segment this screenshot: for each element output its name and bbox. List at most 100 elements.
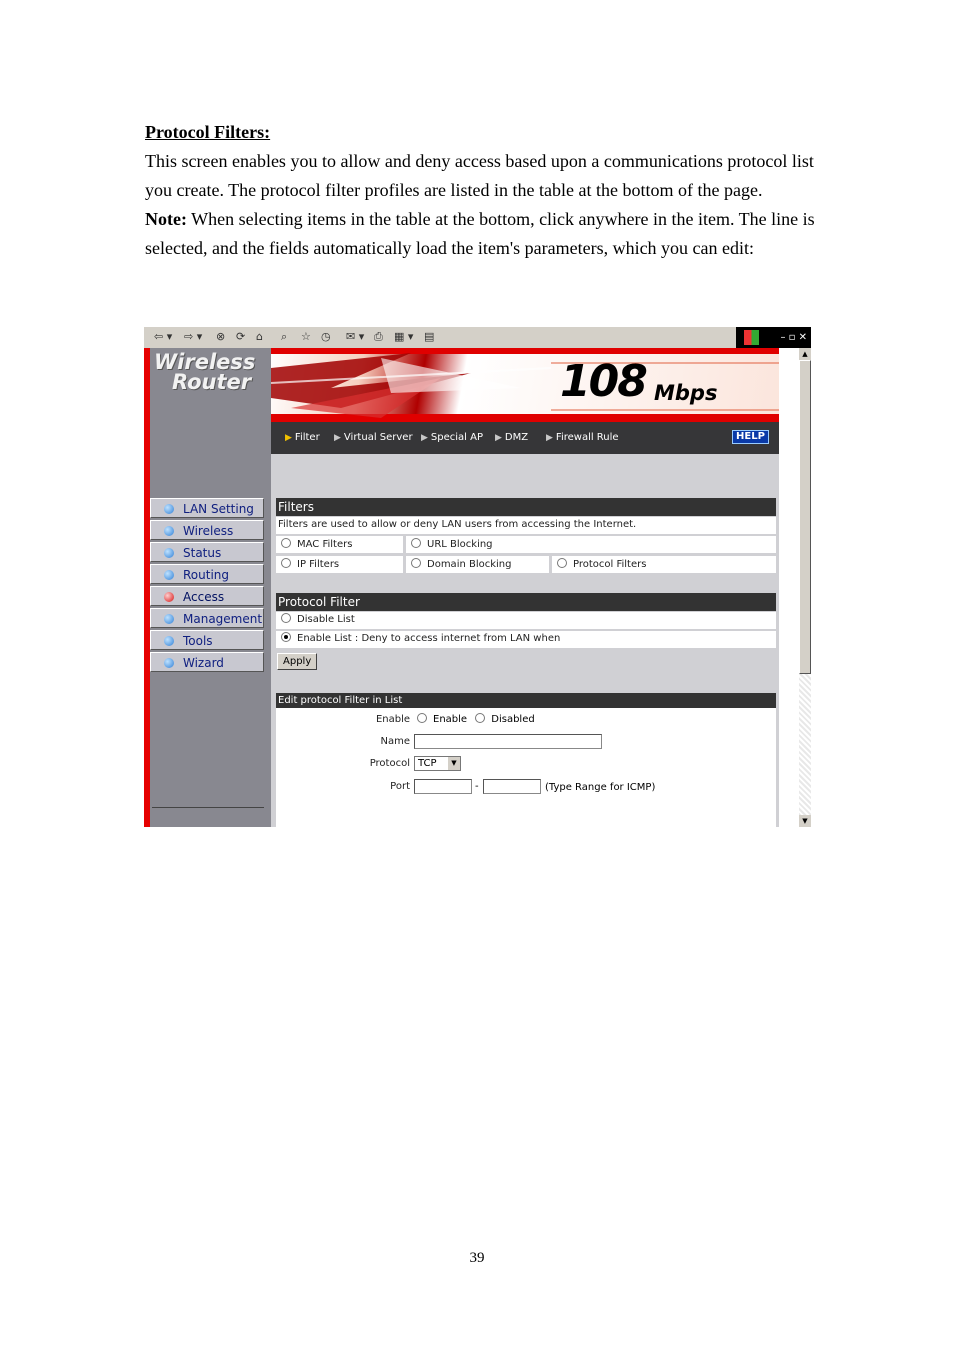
- home-icon[interactable]: ⌂: [256, 329, 263, 344]
- port-from-input[interactable]: [414, 779, 472, 794]
- scroll-down-icon[interactable]: ▼: [799, 815, 811, 827]
- bullet-icon: [164, 592, 174, 602]
- option-protocol-filters[interactable]: Protocol Filters: [552, 556, 776, 573]
- sidebar-item-lan-setting[interactable]: LAN Setting: [150, 498, 264, 518]
- filters-title: Filters: [276, 498, 776, 516]
- windows-logo: – ▫ ✕: [736, 327, 811, 348]
- arrow-icon: ▶: [334, 433, 341, 443]
- name-input[interactable]: [414, 734, 602, 749]
- option-ip-filters[interactable]: IP Filters: [276, 556, 403, 573]
- edit-form: Enable Enable Disabled Name Protocol TCP…: [276, 708, 776, 827]
- sidebar-item-access[interactable]: Access: [150, 586, 264, 606]
- option-label: MAC Filters: [297, 539, 353, 550]
- tab-label: Special AP: [430, 432, 484, 443]
- favorites-icon[interactable]: ☆: [301, 329, 311, 344]
- sidebar-item-label: Wizard: [183, 656, 224, 670]
- option-label: IP Filters: [297, 559, 340, 570]
- tab-filter[interactable]: ▶ Filter: [285, 431, 320, 445]
- bullet-icon: [164, 504, 174, 514]
- router-screenshot: ⇦ ▾ ⇨ ▾ ⊗ ⟳ ⌂ ⌕ ☆ ◷ ✉ ▾ ⎙ ▦ ▾ ▤ – ▫ ✕ Wi…: [144, 327, 811, 827]
- sidebar-item-label: Status: [183, 546, 222, 560]
- protocol-select[interactable]: TCP ▼: [414, 756, 461, 771]
- top-banner: 108 Mbps: [271, 348, 779, 422]
- sidebar-item-label: LAN Setting: [183, 502, 254, 516]
- help-button[interactable]: HELP: [732, 430, 769, 444]
- radio[interactable]: [411, 538, 421, 548]
- windows-flag-icon: [744, 330, 759, 345]
- search-icon[interactable]: ⌕: [281, 329, 287, 344]
- tab-virtual-server[interactable]: ▶ Virtual Server: [334, 431, 413, 445]
- sidebar-item-label: Routing: [183, 568, 230, 582]
- scroll-thumb[interactable]: [799, 360, 811, 674]
- radio[interactable]: [281, 538, 291, 548]
- bullet-icon: [164, 614, 174, 624]
- radio[interactable]: [475, 713, 486, 723]
- tab-label: DMZ: [504, 432, 529, 443]
- sidebar-item-wireless[interactable]: Wireless: [150, 520, 264, 540]
- brand-line2: Router: [172, 370, 252, 394]
- scroll-up-icon[interactable]: ▲: [799, 348, 811, 360]
- option-enable-label: Enable: [433, 714, 468, 725]
- radio[interactable]: [281, 558, 291, 568]
- sidebar-item-management[interactable]: Management: [150, 608, 264, 628]
- stop-icon[interactable]: ⊗: [216, 329, 225, 344]
- mail-icon[interactable]: ✉ ▾: [346, 329, 364, 344]
- history-icon[interactable]: ◷: [321, 329, 331, 344]
- brand-logo: Wireless Router: [154, 352, 272, 394]
- refresh-icon[interactable]: ⟳: [236, 329, 245, 344]
- option-url-blocking[interactable]: URL Blocking: [406, 536, 776, 553]
- arrow-icon: ▶: [495, 433, 502, 443]
- document-body: Protocol Filters: This screen enables yo…: [145, 118, 815, 263]
- radio-selected[interactable]: [281, 632, 291, 642]
- top-nav: ▶ Filter ▶ Virtual Server ▶ Special AP ▶ DMZ…: [271, 422, 779, 454]
- sidebar-item-tools[interactable]: Tools: [150, 630, 264, 650]
- divider: [152, 807, 264, 808]
- protocol-value: TCP: [418, 758, 437, 769]
- scrollbar[interactable]: ▲ ▼: [799, 348, 811, 827]
- discuss-icon[interactable]: ▤: [424, 329, 434, 344]
- apply-button[interactable]: Apply: [277, 653, 318, 670]
- section-heading: Protocol Filters:: [145, 122, 271, 142]
- main-content: Filters Filters are used to allow or den…: [271, 454, 779, 827]
- filters-description: Filters are used to allow or deny LAN us…: [276, 517, 776, 534]
- tab-firewall-rule[interactable]: ▶ Firewall Rule: [546, 431, 619, 445]
- sidebar-item-status[interactable]: Status: [150, 542, 264, 562]
- sidebar-item-routing[interactable]: Routing: [150, 564, 264, 584]
- radio[interactable]: [411, 558, 421, 568]
- option-mac-filters[interactable]: MAC Filters: [276, 536, 403, 553]
- enable-label: Enable: [375, 714, 410, 725]
- chevron-down-icon[interactable]: ▼: [448, 757, 460, 770]
- browser-toolbar: ⇦ ▾ ⇨ ▾ ⊗ ⟳ ⌂ ⌕ ☆ ◷ ✉ ▾ ⎙ ▦ ▾ ▤ – ▫ ✕: [144, 327, 811, 349]
- back-icon[interactable]: ⇦ ▾: [154, 329, 172, 344]
- edit-icon[interactable]: ▦ ▾: [394, 329, 413, 344]
- option-label: URL Blocking: [427, 539, 493, 550]
- option-domain-blocking[interactable]: Domain Blocking: [406, 556, 549, 573]
- enable-options: Enable Disabled: [412, 713, 535, 727]
- note-label: Note:: [145, 209, 187, 229]
- left-panel: Wireless Router LAN Setting Wireless Sta…: [144, 348, 271, 827]
- note-paragraph: Note: When selecting items in the table …: [145, 205, 815, 263]
- note-text: When selecting items in the table at the…: [145, 209, 815, 258]
- bullet-icon: [164, 658, 174, 668]
- enable-list-text: Deny to access internet from LAN when: [361, 633, 561, 644]
- tab-label: Firewall Rule: [555, 432, 619, 443]
- print-icon[interactable]: ⎙: [374, 329, 383, 344]
- disable-list-row[interactable]: Disable List: [276, 612, 776, 629]
- arrow-icon: ▶: [546, 433, 553, 443]
- port-to-input[interactable]: [483, 779, 541, 794]
- sidebar-menu: LAN Setting Wireless Status Routing Acce…: [150, 498, 264, 674]
- tab-dmz[interactable]: ▶ DMZ: [495, 431, 528, 445]
- edit-title: Edit protocol Filter in List: [276, 693, 776, 708]
- tab-special-ap[interactable]: ▶ Special AP: [421, 431, 483, 445]
- radio[interactable]: [417, 713, 427, 723]
- forward-icon[interactable]: ⇨ ▾: [184, 329, 202, 344]
- radio[interactable]: [557, 558, 567, 568]
- sidebar-item-wizard[interactable]: Wizard: [150, 652, 264, 672]
- sidebar-item-label: Access: [183, 590, 225, 604]
- enable-list-row[interactable]: Enable List : Deny to access internet fr…: [276, 631, 776, 648]
- tab-label: Filter: [294, 432, 320, 443]
- arrow-icon: ▶: [421, 433, 428, 443]
- option-label: Domain Blocking: [427, 559, 512, 570]
- port-dash: -: [475, 781, 479, 792]
- radio[interactable]: [281, 613, 291, 623]
